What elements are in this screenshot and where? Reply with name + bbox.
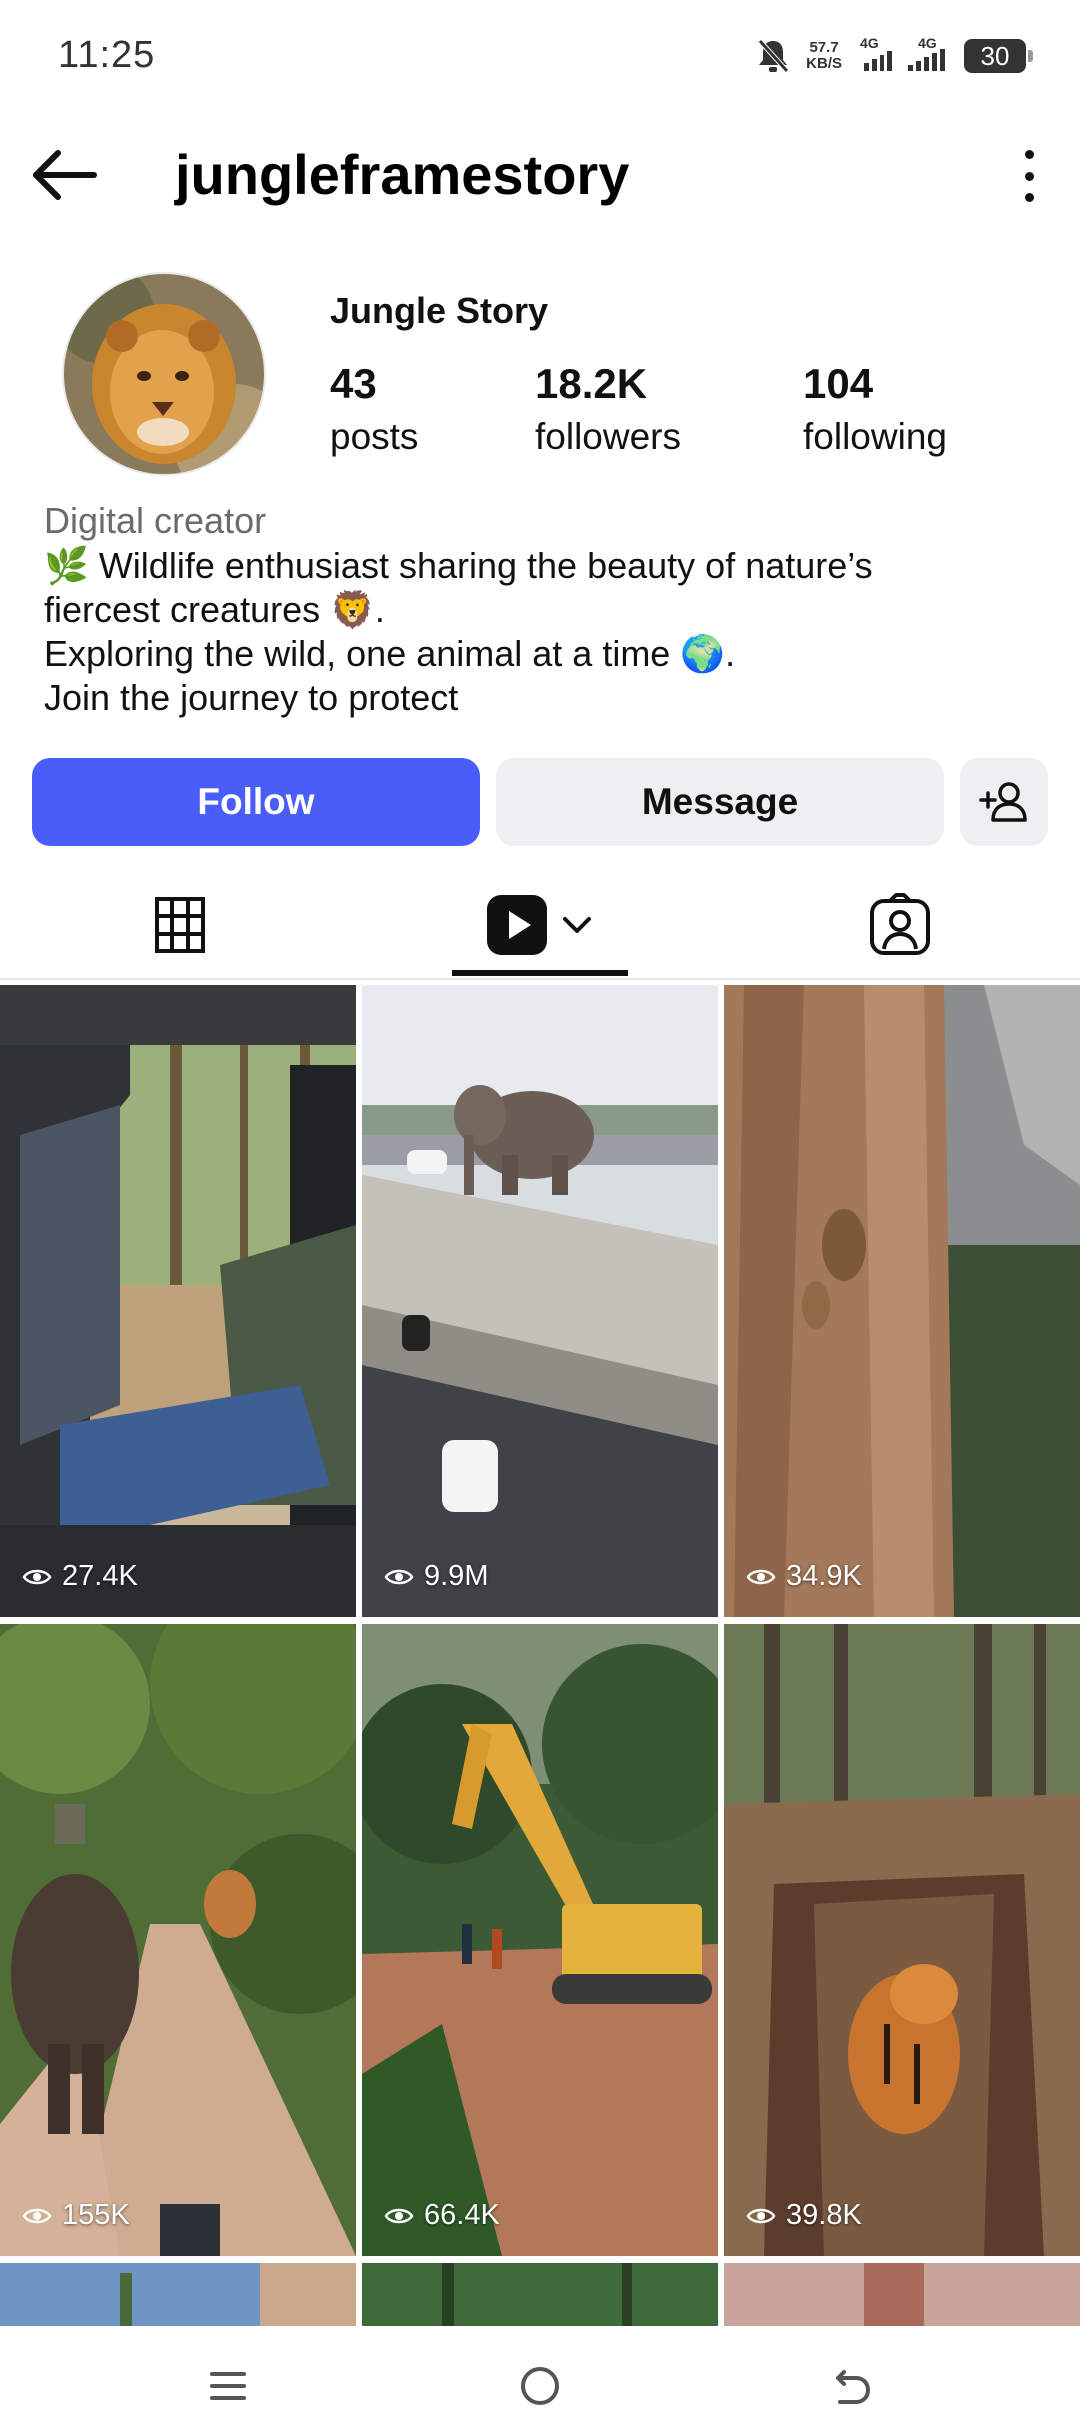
reel-thumbnail[interactable]: 9.9M: [362, 985, 718, 1617]
bio-line: fiercest creatures 🦁.: [44, 589, 385, 630]
eye-icon: [22, 1569, 52, 1584]
profile-username: jungleframestory: [175, 143, 630, 206]
reel-thumbnail[interactable]: 34.9K: [724, 985, 1080, 1617]
status-bar: 11:25 57.7 KB/S 4G 4G 30: [0, 0, 1080, 115]
profile-header: jungleframestory: [0, 130, 1080, 220]
menu-icon: [210, 2372, 246, 2400]
message-button[interactable]: Message: [496, 758, 944, 846]
follow-button[interactable]: Follow: [32, 758, 480, 846]
tab-tagged[interactable]: [800, 870, 1000, 980]
add-user-icon: [979, 782, 1027, 822]
reel-thumbnail[interactable]: 39.8K: [724, 1624, 1080, 2256]
reel-image-partial: [362, 2263, 718, 2326]
eye-icon: [384, 1569, 414, 1584]
bio-line: 🌿 Wildlife enthusiast sharing the beauty…: [44, 545, 873, 586]
tagged-person-icon: [870, 893, 930, 955]
reel-thumbnail[interactable]: 27.4K: [0, 985, 356, 1617]
eye-icon: [384, 2208, 414, 2223]
home-circle-icon: [521, 2367, 559, 2405]
profile-bio: Digital creator 🌿 Wildlife enthusiast sh…: [44, 498, 1044, 720]
back-nav-button[interactable]: [812, 2356, 892, 2416]
reels-icon: [487, 895, 547, 955]
tabs-divider: [0, 978, 1080, 980]
posts-stat[interactable]: 43 posts: [330, 360, 418, 458]
reel-image-car-forest: [0, 985, 356, 1617]
reel-thumbnail[interactable]: [362, 2263, 718, 2326]
suggested-users-button[interactable]: [960, 758, 1048, 846]
reel-thumbnail[interactable]: 66.4K: [362, 1624, 718, 2256]
reel-thumbnail[interactable]: [724, 2263, 1080, 2326]
reel-image-elephant-tiger: [0, 1624, 356, 2256]
network-speed: 57.7 KB/S: [806, 39, 842, 72]
followers-stat[interactable]: 18.2K followers: [535, 360, 681, 458]
eye-icon: [746, 2208, 776, 2223]
status-icons: 57.7 KB/S 4G 4G 30: [756, 34, 1033, 78]
reel-thumbnail[interactable]: [0, 2263, 356, 2326]
eye-icon: [746, 1569, 776, 1584]
tab-posts-grid[interactable]: [80, 870, 280, 980]
home-button[interactable]: [500, 2356, 580, 2416]
view-count: 27.4K: [22, 1560, 138, 1593]
view-count: 34.9K: [746, 1560, 862, 1593]
reel-thumbnail[interactable]: 155K: [0, 1624, 356, 2256]
view-count: 155K: [22, 2199, 130, 2232]
display-name: Jungle Story: [330, 290, 549, 331]
reel-image-tiger-pit: [724, 1624, 1080, 2256]
tab-reels[interactable]: [452, 870, 628, 980]
more-dots-icon: [1024, 150, 1034, 159]
back-button[interactable]: [30, 148, 100, 202]
avatar[interactable]: [62, 272, 266, 476]
followers-count: 18.2K: [535, 360, 648, 407]
view-count: 9.9M: [384, 1560, 488, 1593]
battery-icon: 30: [964, 39, 1033, 73]
arrow-left-icon: [33, 150, 97, 200]
reel-image-elephant-bridge: [362, 985, 718, 1617]
posts-label: posts: [330, 416, 419, 457]
following-count: 104: [803, 360, 874, 407]
followers-label: followers: [535, 416, 681, 457]
profile-actions: Follow Message: [32, 758, 1048, 848]
status-time: 11:25: [58, 34, 156, 76]
following-label: following: [803, 416, 947, 457]
signal-icon: 4G: [858, 35, 892, 71]
bio-line: Join the journey to protect: [44, 677, 459, 718]
reel-image-partial: [0, 2263, 356, 2326]
lion-avatar-image: [64, 274, 264, 474]
recent-apps-button[interactable]: [188, 2356, 268, 2416]
reel-image-excavator: [362, 1624, 718, 2256]
active-tab-indicator: [452, 970, 628, 976]
more-options-button[interactable]: [1014, 150, 1044, 202]
chevron-down-icon: [563, 917, 591, 933]
grid-icon: [155, 897, 205, 953]
following-stat[interactable]: 104 following: [803, 360, 947, 458]
posts-count: 43: [330, 360, 377, 407]
reel-image-partial: [724, 2263, 1080, 2326]
mute-notification-icon: [758, 39, 790, 73]
profile-category: Digital creator: [44, 500, 267, 541]
system-nav-bar: [0, 2326, 1080, 2436]
signal-icon-2: 4G: [908, 35, 948, 71]
profile-tabs: [0, 870, 1080, 980]
bio-line: Exploring the wild, one animal at a time…: [44, 633, 736, 674]
eye-icon: [22, 2208, 52, 2223]
view-count: 66.4K: [384, 2199, 500, 2232]
view-count: 39.8K: [746, 2199, 862, 2232]
reel-image-goat-cliff: [724, 985, 1080, 1617]
back-nav-icon: [836, 2370, 871, 2404]
